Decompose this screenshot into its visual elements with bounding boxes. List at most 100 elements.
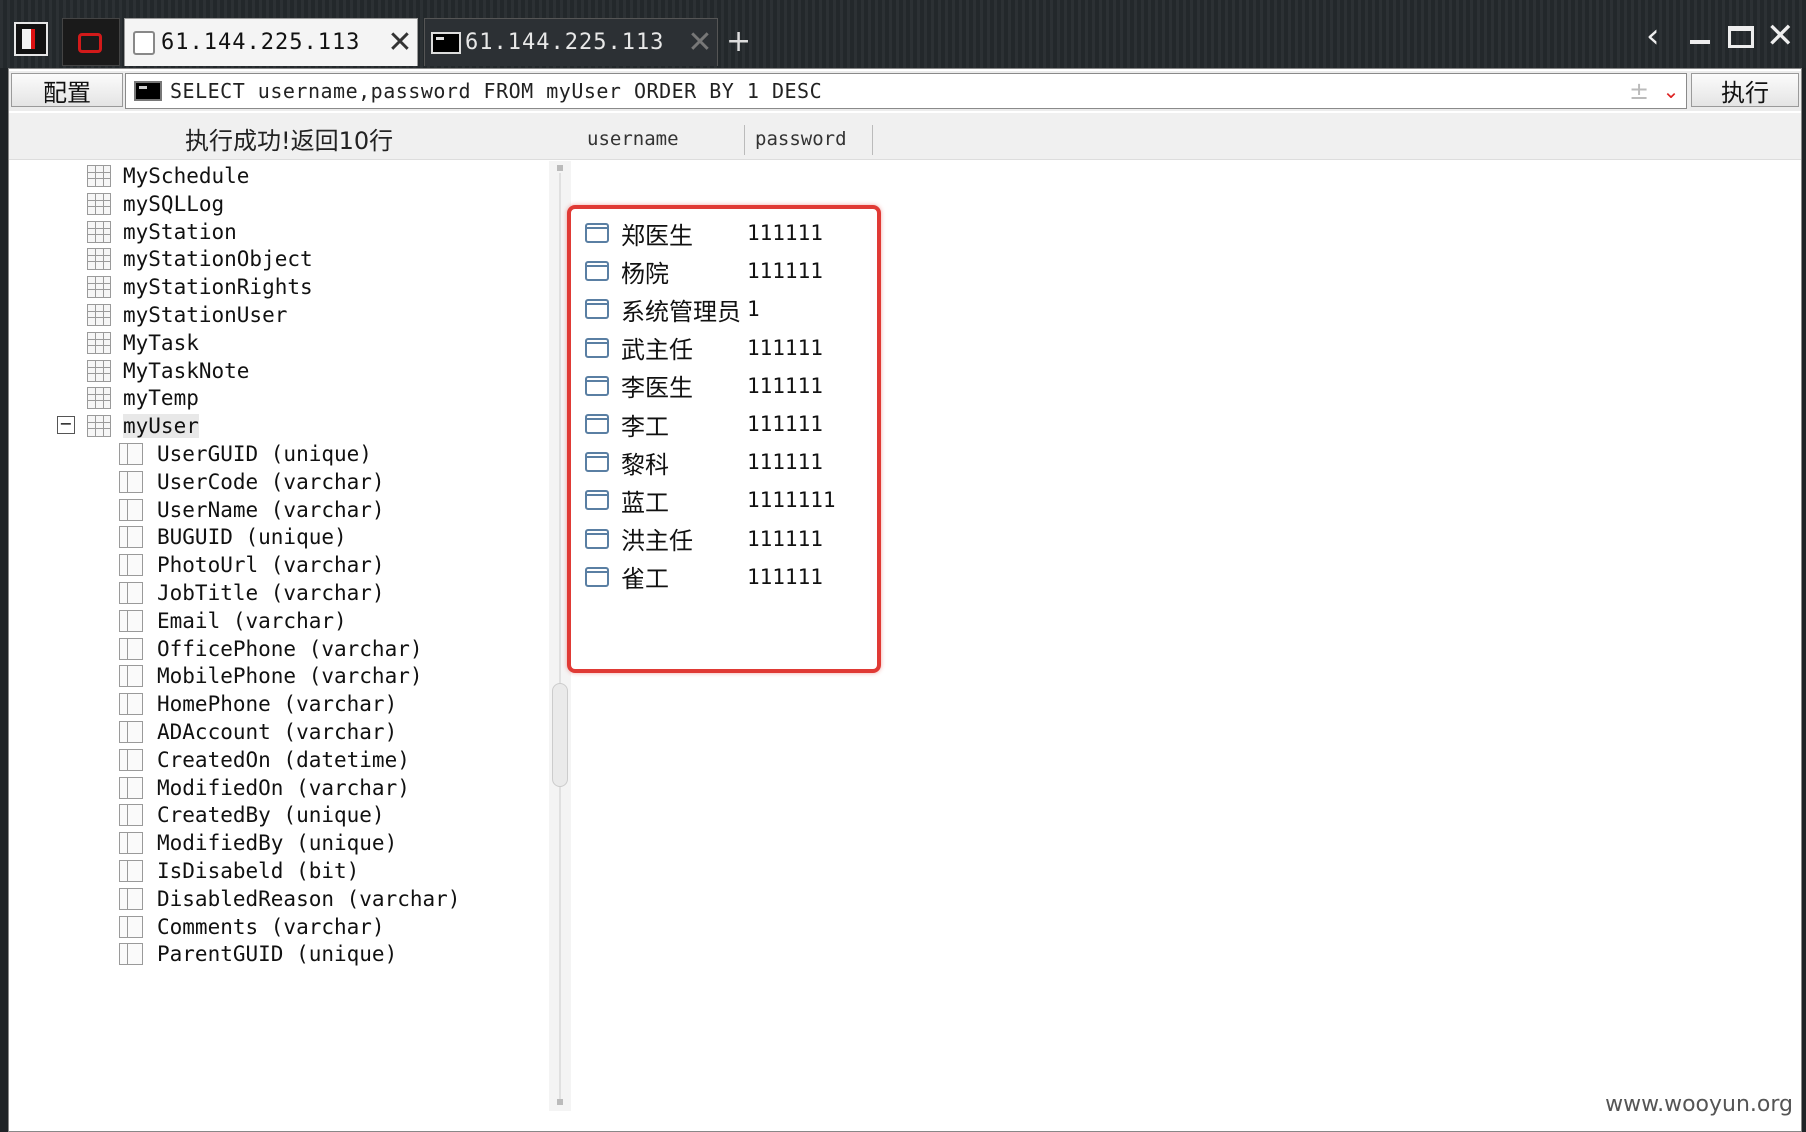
- tree-table-item[interactable]: myStationUser: [87, 300, 287, 330]
- sql-toolbar: 配置 SELECT username,password FROM myUser …: [9, 71, 1801, 111]
- config-button[interactable]: 配置: [11, 73, 123, 107]
- tree-column-label[interactable]: OfficePhone (varchar): [157, 637, 423, 661]
- table-icon: [87, 304, 111, 326]
- tree-column-item[interactable]: ModifiedBy (unique): [119, 828, 397, 858]
- tree-column-label[interactable]: BUGUID (unique): [157, 525, 347, 549]
- tree-table-label[interactable]: MySchedule: [123, 164, 249, 188]
- tree-column-label[interactable]: JobTitle (varchar): [157, 581, 385, 605]
- tree-column-item[interactable]: ADAccount (varchar): [119, 717, 397, 747]
- table-icon: [87, 359, 111, 382]
- tree-table-item[interactable]: myTemp: [87, 383, 199, 413]
- tree-column-label[interactable]: ParentGUID (unique): [157, 942, 397, 966]
- tree-table-label[interactable]: myStationObject: [123, 247, 313, 271]
- tree-table-label[interactable]: MyTaskNote: [123, 359, 249, 383]
- tree-table-item[interactable]: myUser: [87, 411, 199, 441]
- collapse-toggle-icon[interactable]: −: [57, 416, 75, 435]
- sql-query-text[interactable]: SELECT username,password FROM myUser ORD…: [170, 79, 1622, 103]
- tree-column-item[interactable]: ModifiedOn (varchar): [119, 773, 410, 803]
- window-close-icon[interactable]: ✕: [1766, 16, 1795, 56]
- tree-column-item[interactable]: PhotoUrl (varchar): [119, 550, 385, 580]
- tree-column-item[interactable]: IsDisabeld (bit): [119, 856, 359, 886]
- tree-column-label[interactable]: IsDisabeld (bit): [157, 859, 359, 883]
- column-header-password[interactable]: password: [745, 125, 873, 155]
- maximize-icon[interactable]: [1728, 26, 1754, 48]
- tree-column-label[interactable]: PhotoUrl (varchar): [157, 553, 385, 577]
- tree-table-label[interactable]: myStation: [123, 220, 237, 244]
- tree-column-item[interactable]: DisabledReason (varchar): [119, 884, 460, 914]
- table-icon: [87, 276, 111, 299]
- tree-column-item[interactable]: UserCode (varchar): [119, 467, 385, 497]
- scroll-down-arrow[interactable]: [557, 1099, 563, 1105]
- tree-column-label[interactable]: DisabledReason (varchar): [157, 887, 460, 911]
- tree-column-label[interactable]: ModifiedBy (unique): [157, 831, 397, 855]
- tree-table-item[interactable]: MyTask: [87, 328, 199, 358]
- title-bar: 61.144.225.113 ✕ 61.144.225.113 ✕ + ‹ ✕: [0, 0, 1806, 68]
- column-icon: [119, 665, 143, 688]
- column-icon: [119, 637, 143, 660]
- table-icon: [87, 331, 111, 354]
- tree-table-item[interactable]: MySchedule: [87, 161, 249, 191]
- column-icon: [119, 915, 143, 938]
- document-icon: [133, 30, 155, 55]
- scroll-up-arrow[interactable]: [557, 165, 563, 171]
- tree-table-item[interactable]: myStationRights: [87, 272, 313, 302]
- tab-connection-terminal[interactable]: 61.144.225.113 ✕: [424, 18, 718, 66]
- tree-table-label[interactable]: myStationRights: [123, 275, 313, 299]
- column-icon: [119, 443, 143, 465]
- tab-label: 61.144.225.113: [161, 30, 361, 55]
- tree-column-item[interactable]: UserName (varchar): [119, 495, 385, 525]
- tree-column-item[interactable]: Email (varchar): [119, 606, 347, 636]
- tab-connection-active[interactable]: 61.144.225.113 ✕: [124, 18, 418, 66]
- tree-column-item[interactable]: JobTitle (varchar): [119, 578, 385, 608]
- tree-column-label[interactable]: ModifiedOn (varchar): [157, 776, 410, 800]
- new-tab-button[interactable]: +: [726, 24, 751, 59]
- sql-query-input[interactable]: SELECT username,password FROM myUser ORD…: [125, 73, 1687, 109]
- column-icon: [119, 554, 143, 577]
- tree-table-label[interactable]: myStationUser: [123, 303, 287, 327]
- tree-table-item[interactable]: mySQLLog: [87, 189, 224, 219]
- tree-column-label[interactable]: CreatedOn (datetime): [157, 748, 410, 772]
- chevron-down-icon[interactable]: ⌄: [1656, 79, 1686, 103]
- tree-column-label[interactable]: UserGUID (unique): [157, 442, 372, 466]
- tree-column-item[interactable]: CreatedOn (datetime): [119, 745, 410, 775]
- tree-column-item[interactable]: MobilePhone (varchar): [119, 661, 423, 691]
- tree-column-item[interactable]: UserGUID (unique): [119, 439, 372, 469]
- tree-table-label[interactable]: MyTask: [123, 331, 199, 355]
- column-header-username[interactable]: username: [577, 125, 745, 155]
- tree-column-label[interactable]: UserCode (varchar): [157, 470, 385, 494]
- tree-column-item[interactable]: OfficePhone (varchar): [119, 634, 423, 664]
- database-manager-window: 配置 SELECT username,password FROM myUser …: [8, 68, 1802, 1132]
- tree-column-item[interactable]: BUGUID (unique): [119, 522, 347, 552]
- table-icon: [87, 415, 111, 438]
- tree-table-label[interactable]: myTemp: [123, 386, 199, 410]
- tree-table-label[interactable]: myUser: [123, 414, 199, 439]
- column-icon: [119, 776, 143, 799]
- tree-column-label[interactable]: Comments (varchar): [157, 915, 385, 939]
- tree-column-item[interactable]: Comments (varchar): [119, 912, 385, 942]
- tree-column-label[interactable]: HomePhone (varchar): [157, 692, 397, 716]
- plus-minus-icon[interactable]: ±: [1622, 77, 1656, 105]
- column-icon: [119, 748, 143, 771]
- tree-table-item[interactable]: myStation: [87, 217, 237, 247]
- tab-close-icon[interactable]: ✕: [683, 27, 717, 58]
- tree-column-label[interactable]: CreatedBy (unique): [157, 803, 385, 827]
- minimize-icon[interactable]: [1690, 26, 1712, 48]
- tree-column-label[interactable]: ADAccount (varchar): [157, 720, 397, 744]
- tab-close-icon[interactable]: ✕: [383, 27, 417, 58]
- tree-table-item[interactable]: myStationObject: [87, 244, 313, 274]
- tree-column-item[interactable]: CreatedBy (unique): [119, 800, 385, 830]
- tree-column-item[interactable]: ParentGUID (unique): [119, 939, 397, 969]
- tree-table-label[interactable]: mySQLLog: [123, 192, 224, 216]
- tree-column-label[interactable]: MobilePhone (varchar): [157, 664, 423, 688]
- tree-column-item[interactable]: HomePhone (varchar): [119, 689, 397, 719]
- execute-button[interactable]: 执行: [1691, 73, 1799, 107]
- column-icon: [119, 693, 143, 716]
- scrollbar-thumb[interactable]: [552, 683, 568, 787]
- shell-tab-icon[interactable]: [62, 18, 120, 66]
- tab-label: 61.144.225.113: [465, 30, 665, 55]
- tree-column-label[interactable]: Email (varchar): [157, 609, 347, 633]
- back-icon[interactable]: ‹: [1646, 16, 1660, 56]
- tree-table-item[interactable]: MyTaskNote: [87, 356, 249, 386]
- app-logo-icon[interactable]: [14, 22, 48, 56]
- tree-column-label[interactable]: UserName (varchar): [157, 498, 385, 522]
